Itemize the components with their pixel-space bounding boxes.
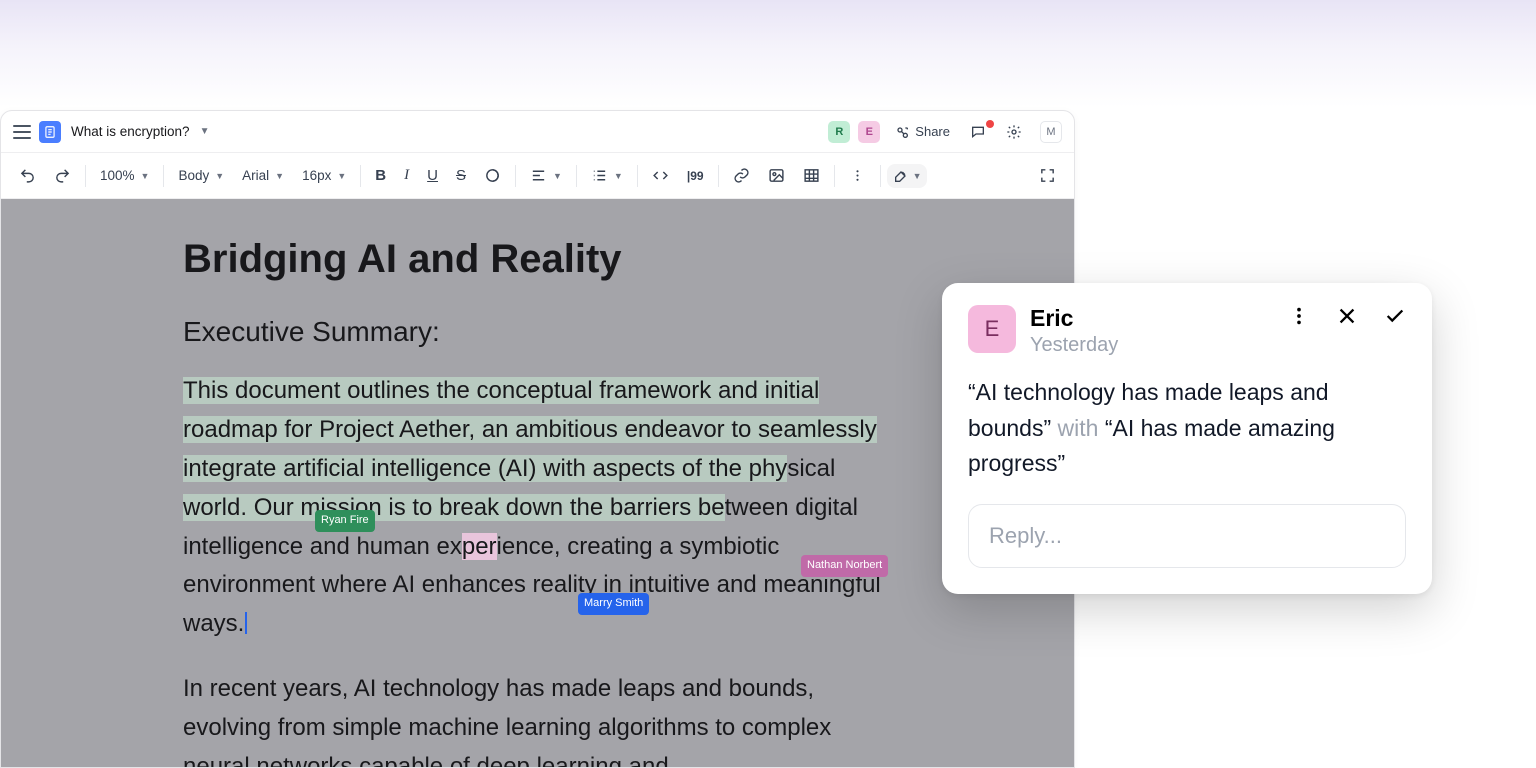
code-button[interactable] xyxy=(644,163,677,188)
size-select[interactable]: 16px▼ xyxy=(294,164,354,187)
comment-author: Eric xyxy=(1030,305,1274,332)
doc-icon xyxy=(39,121,61,143)
comment-body: “AI technology has made leaps and bounds… xyxy=(968,375,1406,482)
font-value: Arial xyxy=(242,168,269,183)
style-select[interactable]: Body▼ xyxy=(170,164,232,187)
comment-time: Yesterday xyxy=(1030,334,1274,357)
doc-heading: Bridging AI and Reality xyxy=(183,237,892,282)
collaborator-avatar-e[interactable]: E xyxy=(858,121,880,143)
more-icon[interactable] xyxy=(1288,305,1310,327)
menu-icon[interactable] xyxy=(13,125,31,139)
undo-button[interactable] xyxy=(11,163,44,188)
app-window: What is encryption? ▼ R E Share M 100%▼ … xyxy=(0,110,1075,768)
strike-button[interactable]: S xyxy=(448,163,474,188)
zoom-select[interactable]: 100%▼ xyxy=(92,164,157,187)
user-badge[interactable]: M xyxy=(1040,121,1062,143)
presence-tag-nathan: Nathan Norbert xyxy=(801,555,888,577)
highlight-select[interactable]: ▼ xyxy=(887,164,928,188)
image-button[interactable] xyxy=(760,163,793,188)
chevron-down-icon[interactable]: ▼ xyxy=(200,126,210,137)
quote-button[interactable]: |99 xyxy=(679,165,712,187)
close-icon[interactable] xyxy=(1336,305,1358,327)
link-button[interactable] xyxy=(725,163,758,188)
zoom-value: 100% xyxy=(100,168,135,183)
document-canvas[interactable]: Bridging AI and Reality Executive Summar… xyxy=(1,199,1074,768)
color-button[interactable] xyxy=(476,163,509,188)
size-value: 16px xyxy=(302,168,331,183)
text-cursor xyxy=(245,612,247,634)
share-label: Share xyxy=(915,124,950,139)
underline-button[interactable]: U xyxy=(419,163,446,188)
redo-button[interactable] xyxy=(46,163,79,188)
paragraph-2[interactable]: In recent years, AI technology has made … xyxy=(183,670,892,768)
paragraph-1[interactable]: This document outlines the conceptual fr… xyxy=(183,372,892,644)
comment-with: with xyxy=(1058,415,1099,441)
comment-avatar: E xyxy=(968,305,1016,353)
more-button[interactable] xyxy=(841,163,874,188)
resolve-icon[interactable] xyxy=(1384,305,1406,327)
toolbar: 100%▼ Body▼ Arial▼ 16px▼ B I U S ▼ ▼ xyxy=(1,153,1074,199)
italic-button[interactable]: I xyxy=(396,163,417,188)
page: Bridging AI and Reality Executive Summar… xyxy=(1,199,1074,768)
presence-tag-marry: Marry Smith xyxy=(578,593,649,615)
style-value: Body xyxy=(178,168,209,183)
titlebar: What is encryption? ▼ R E Share M xyxy=(1,111,1074,153)
font-select[interactable]: Arial▼ xyxy=(234,164,292,187)
presence-tag-ryan: Ryan Fire xyxy=(315,510,375,532)
list-select[interactable]: ▼ xyxy=(583,163,631,188)
align-select[interactable]: ▼ xyxy=(522,163,570,188)
doc-subheading: Executive Summary: xyxy=(183,316,892,348)
expand-button[interactable] xyxy=(1031,163,1064,188)
share-button[interactable]: Share xyxy=(888,122,956,142)
comments-icon[interactable] xyxy=(964,122,992,142)
collaborator-avatar-r[interactable]: R xyxy=(828,121,850,143)
bold-button[interactable]: B xyxy=(367,163,394,188)
comment-card: E Eric Yesterday “AI technology has made… xyxy=(942,283,1432,594)
doc-title[interactable]: What is encryption? xyxy=(71,124,190,139)
settings-icon[interactable] xyxy=(1000,122,1028,142)
table-button[interactable] xyxy=(795,163,828,188)
reply-input[interactable]: Reply... xyxy=(968,504,1406,568)
